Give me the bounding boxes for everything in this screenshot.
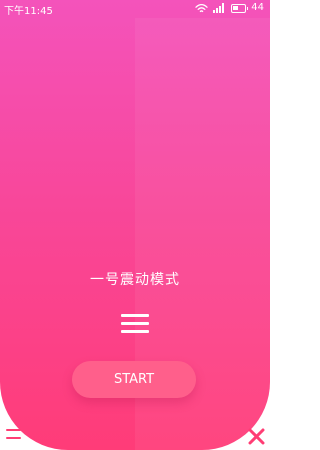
mode-panel: 下午11:45 44 一号震动模式 START	[0, 0, 270, 450]
menu-line	[121, 322, 149, 325]
signal-icon	[213, 3, 225, 13]
close-icon[interactable]	[248, 428, 265, 445]
status-time: 下午11:45	[4, 6, 53, 17]
mode-title: 一号震动模式	[90, 272, 180, 288]
vibration-mode-screen: 下午11:45 44 一号震动模式 START	[0, 0, 270, 450]
bottom-menu-icon[interactable]	[6, 428, 21, 441]
menu-icon[interactable]	[121, 314, 149, 334]
bottom-menu-line	[6, 437, 21, 439]
battery-icon	[231, 3, 249, 13]
status-bar: 下午11:45 44	[0, 0, 270, 18]
start-button[interactable]: START	[72, 361, 196, 398]
bottom-menu-line	[6, 429, 21, 431]
menu-line	[121, 314, 149, 317]
status-icons: 44	[195, 2, 264, 14]
wifi-icon	[195, 3, 208, 12]
close-glyph	[248, 428, 265, 445]
battery-percentage: 44	[251, 2, 264, 13]
menu-line	[121, 330, 149, 333]
